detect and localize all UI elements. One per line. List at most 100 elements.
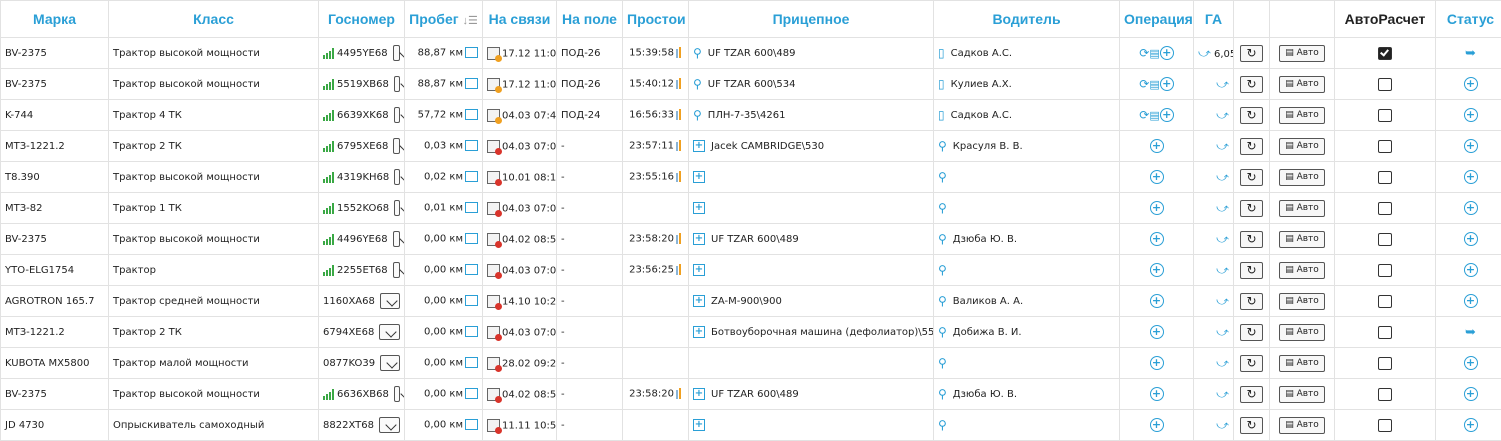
- auto-button[interactable]: ▤ Авто: [1279, 231, 1325, 248]
- add-trailer-icon[interactable]: +: [693, 202, 705, 214]
- plate-dropdown[interactable]: [394, 107, 400, 123]
- add-trailer-icon[interactable]: +: [693, 264, 705, 276]
- auto-button[interactable]: ▤ Авто: [1279, 324, 1325, 341]
- table-row[interactable]: BV-2375Трактор высокой мощности4496YE680…: [1, 224, 1501, 255]
- plate-dropdown[interactable]: [394, 200, 400, 216]
- add-driver-icon[interactable]: ⚲: [938, 263, 947, 277]
- map-icon[interactable]: [465, 357, 478, 368]
- col-marka[interactable]: Марка: [1, 1, 109, 38]
- ga-arrow-icon[interactable]: ⤻: [1216, 232, 1229, 246]
- refresh-button[interactable]: ↻: [1240, 262, 1263, 279]
- plate-dropdown[interactable]: [379, 417, 400, 433]
- auto-button[interactable]: ▤ Авто: [1279, 386, 1325, 403]
- table-row[interactable]: K-744Трактор 4 ТК6639XK6857,72 км04.03 0…: [1, 100, 1501, 131]
- auto-button[interactable]: ▤ Авто: [1279, 138, 1325, 155]
- trailer-assign-icon[interactable]: ⚲: [693, 46, 702, 60]
- col-probeg[interactable]: Пробег ↓☰: [405, 1, 483, 38]
- add-status-icon[interactable]: +: [1464, 263, 1478, 277]
- add-status-icon[interactable]: +: [1464, 108, 1478, 122]
- add-status-icon[interactable]: +: [1464, 201, 1478, 215]
- plate-dropdown[interactable]: [394, 386, 400, 402]
- table-row[interactable]: МТЗ-1221.2Трактор 2 ТК6795XE680,03 км04.…: [1, 131, 1501, 162]
- plate-dropdown[interactable]: [393, 45, 400, 61]
- col-voditel[interactable]: Водитель: [934, 1, 1120, 38]
- add-trailer-icon[interactable]: +: [693, 140, 705, 152]
- autocalc-checkbox[interactable]: [1378, 419, 1392, 432]
- add-driver-icon[interactable]: ⚲: [938, 170, 947, 184]
- autocalc-checkbox[interactable]: [1378, 78, 1392, 91]
- col-prostoi[interactable]: Простои: [623, 1, 689, 38]
- sort-desc-icon[interactable]: ↓☰: [462, 15, 477, 27]
- col-autocalc[interactable]: АвтоРасчет: [1335, 1, 1436, 38]
- operation-run-icon[interactable]: ⟳: [1139, 46, 1149, 60]
- driver-phone-icon[interactable]: ▯: [938, 46, 945, 60]
- map-icon[interactable]: [465, 326, 478, 337]
- map-icon[interactable]: [465, 388, 478, 399]
- add-operation-icon[interactable]: +: [1150, 201, 1164, 215]
- ga-arrow-icon[interactable]: ⤻: [1216, 294, 1229, 308]
- add-driver-icon[interactable]: ⚲: [938, 232, 947, 246]
- autocalc-checkbox[interactable]: [1378, 295, 1392, 308]
- map-icon[interactable]: [465, 264, 478, 275]
- add-operation-icon[interactable]: +: [1160, 46, 1174, 60]
- add-status-icon[interactable]: +: [1464, 139, 1478, 153]
- refresh-button[interactable]: ↻: [1240, 45, 1263, 62]
- refresh-button[interactable]: ↻: [1240, 107, 1263, 124]
- plate-dropdown[interactable]: [394, 76, 400, 92]
- ga-arrow-icon[interactable]: ⤻: [1216, 418, 1229, 432]
- add-status-icon[interactable]: +: [1464, 232, 1478, 246]
- idle-chart-icon[interactable]: [676, 264, 684, 275]
- add-trailer-icon[interactable]: +: [693, 171, 705, 183]
- add-status-icon[interactable]: +: [1464, 418, 1478, 432]
- add-operation-icon[interactable]: +: [1160, 77, 1174, 91]
- autocalc-checkbox[interactable]: [1378, 202, 1392, 215]
- ga-arrow-icon[interactable]: ⤻: [1216, 170, 1229, 184]
- auto-button[interactable]: ▤ Авто: [1279, 355, 1325, 372]
- idle-chart-icon[interactable]: [676, 109, 684, 120]
- auto-button[interactable]: ▤ Авто: [1279, 107, 1325, 124]
- refresh-button[interactable]: ↻: [1240, 138, 1263, 155]
- map-icon[interactable]: [465, 171, 478, 182]
- operation-list-icon[interactable]: ▤: [1149, 78, 1159, 91]
- table-row[interactable]: BV-2375Трактор высокой мощности5519XB688…: [1, 69, 1501, 100]
- add-operation-icon[interactable]: +: [1150, 294, 1164, 308]
- tag-icon[interactable]: ➥: [1465, 46, 1476, 61]
- autocalc-checkbox[interactable]: [1378, 140, 1392, 153]
- auto-button[interactable]: ▤ Авто: [1279, 200, 1325, 217]
- ga-arrow-icon[interactable]: ⤻: [1216, 325, 1229, 339]
- refresh-button[interactable]: ↻: [1240, 386, 1263, 403]
- table-row[interactable]: МТЗ-82Трактор 1 ТК1552KO680,01 км04.03 0…: [1, 193, 1501, 224]
- driver-phone-icon[interactable]: ▯: [938, 108, 945, 122]
- add-status-icon[interactable]: +: [1464, 77, 1478, 91]
- add-trailer-icon[interactable]: +: [693, 233, 705, 245]
- table-row[interactable]: BV-2375Трактор высокой мощности6636XB680…: [1, 379, 1501, 410]
- ga-arrow-icon[interactable]: ⤻: [1216, 263, 1229, 277]
- map-icon[interactable]: [465, 419, 478, 430]
- add-operation-icon[interactable]: +: [1150, 232, 1164, 246]
- add-operation-icon[interactable]: +: [1150, 263, 1164, 277]
- auto-button[interactable]: ▤ Авто: [1279, 169, 1325, 186]
- add-status-icon[interactable]: +: [1464, 387, 1478, 401]
- map-icon[interactable]: [465, 202, 478, 213]
- plate-dropdown[interactable]: [393, 138, 400, 154]
- plate-dropdown[interactable]: [380, 355, 400, 371]
- add-trailer-icon[interactable]: +: [693, 326, 705, 338]
- ga-arrow-icon[interactable]: ⤻: [1216, 108, 1229, 122]
- plate-dropdown[interactable]: [380, 293, 400, 309]
- col-status[interactable]: Статус: [1436, 1, 1501, 38]
- col-operaciya[interactable]: Операция: [1120, 1, 1194, 38]
- col-gosnomer[interactable]: Госномер: [319, 1, 405, 38]
- add-operation-icon[interactable]: +: [1150, 170, 1164, 184]
- refresh-button[interactable]: ↻: [1240, 169, 1263, 186]
- map-icon[interactable]: [465, 295, 478, 306]
- add-status-icon[interactable]: +: [1464, 356, 1478, 370]
- driver-phone-icon[interactable]: ▯: [938, 77, 945, 91]
- idle-chart-icon[interactable]: [676, 171, 684, 182]
- table-row[interactable]: KUBOTA MX5800Трактор малой мощности0877K…: [1, 348, 1501, 379]
- plate-dropdown[interactable]: [379, 324, 400, 340]
- idle-chart-icon[interactable]: [676, 140, 684, 151]
- refresh-button[interactable]: ↻: [1240, 324, 1263, 341]
- add-operation-icon[interactable]: +: [1150, 325, 1164, 339]
- autocalc-checkbox[interactable]: [1378, 326, 1392, 339]
- plate-dropdown[interactable]: [394, 169, 400, 185]
